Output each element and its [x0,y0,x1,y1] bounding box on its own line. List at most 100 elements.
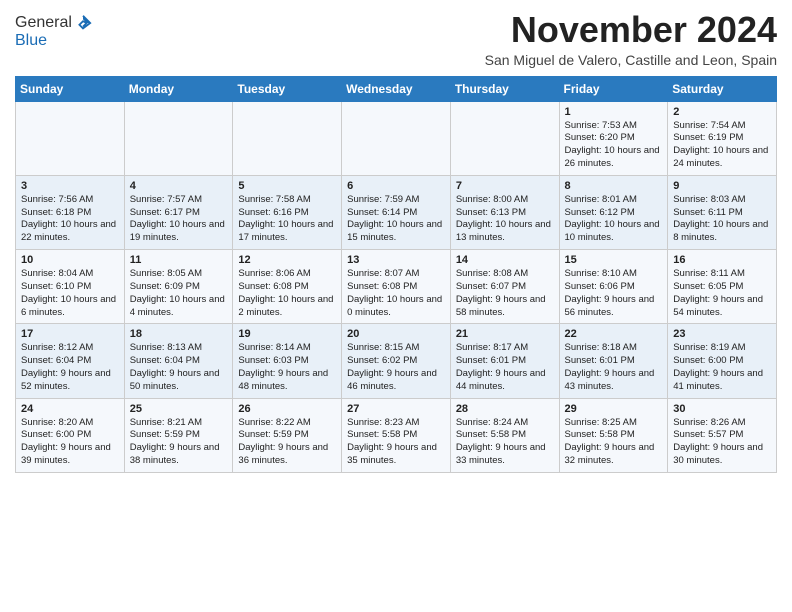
page-header: General Blue November 2024 San Miguel de… [15,10,777,68]
day-info: Sunrise: 8:20 AM Sunset: 6:00 PM Dayligh… [21,417,119,468]
day-info: Sunrise: 8:17 AM Sunset: 6:01 PM Dayligh… [456,342,554,393]
day-number: 16 [673,254,771,266]
day-cell-22: 22 Sunrise: 8:18 AM Sunset: 6:01 PM Dayli… [559,324,668,398]
col-header-monday: Monday [124,76,233,101]
day-info: Sunrise: 8:13 AM Sunset: 6:04 PM Dayligh… [130,342,228,393]
day-number: 18 [130,328,228,340]
day-number: 7 [456,180,554,192]
day-info: Sunrise: 8:18 AM Sunset: 6:01 PM Dayligh… [565,342,663,393]
day-info: Sunrise: 8:06 AM Sunset: 6:08 PM Dayligh… [238,268,336,319]
logo: General Blue [15,10,92,50]
day-info: Sunrise: 8:26 AM Sunset: 5:57 PM Dayligh… [673,417,771,468]
day-info: Sunrise: 8:11 AM Sunset: 6:05 PM Dayligh… [673,268,771,319]
day-number: 2 [673,106,771,118]
day-number: 26 [238,403,336,415]
day-cell-21: 21 Sunrise: 8:17 AM Sunset: 6:01 PM Dayli… [450,324,559,398]
day-number: 15 [565,254,663,266]
day-cell-3: 3 Sunrise: 7:56 AM Sunset: 6:18 PM Daylig… [16,175,125,249]
logo-blue-text: Blue [15,32,47,50]
day-number: 12 [238,254,336,266]
day-cell-29: 29 Sunrise: 8:25 AM Sunset: 5:58 PM Dayli… [559,398,668,472]
day-number: 6 [347,180,445,192]
empty-cell [16,101,125,175]
calendar-week-2: 3 Sunrise: 7:56 AM Sunset: 6:18 PM Daylig… [16,175,777,249]
empty-cell [124,101,233,175]
day-info: Sunrise: 8:15 AM Sunset: 6:02 PM Dayligh… [347,342,445,393]
col-header-sunday: Sunday [16,76,125,101]
day-info: Sunrise: 8:07 AM Sunset: 6:08 PM Dayligh… [347,268,445,319]
day-cell-10: 10 Sunrise: 8:04 AM Sunset: 6:10 PM Dayli… [16,250,125,324]
day-number: 29 [565,403,663,415]
day-info: Sunrise: 8:00 AM Sunset: 6:13 PM Dayligh… [456,194,554,245]
day-info: Sunrise: 8:05 AM Sunset: 6:09 PM Dayligh… [130,268,228,319]
day-cell-20: 20 Sunrise: 8:15 AM Sunset: 6:02 PM Dayli… [342,324,451,398]
day-number: 22 [565,328,663,340]
day-number: 25 [130,403,228,415]
day-info: Sunrise: 8:12 AM Sunset: 6:04 PM Dayligh… [21,342,119,393]
day-cell-17: 17 Sunrise: 8:12 AM Sunset: 6:04 PM Dayli… [16,324,125,398]
title-block: November 2024 San Miguel de Valero, Cast… [485,10,777,68]
day-cell-8: 8 Sunrise: 8:01 AM Sunset: 6:12 PM Daylig… [559,175,668,249]
day-number: 3 [21,180,119,192]
day-info: Sunrise: 8:21 AM Sunset: 5:59 PM Dayligh… [130,417,228,468]
day-number: 24 [21,403,119,415]
day-number: 9 [673,180,771,192]
day-info: Sunrise: 8:10 AM Sunset: 6:06 PM Dayligh… [565,268,663,319]
day-info: Sunrise: 8:03 AM Sunset: 6:11 PM Dayligh… [673,194,771,245]
calendar-week-3: 10 Sunrise: 8:04 AM Sunset: 6:10 PM Dayli… [16,250,777,324]
day-cell-24: 24 Sunrise: 8:20 AM Sunset: 6:00 PM Dayli… [16,398,125,472]
day-number: 27 [347,403,445,415]
day-number: 20 [347,328,445,340]
logo-icon [74,14,92,32]
day-cell-9: 9 Sunrise: 8:03 AM Sunset: 6:11 PM Daylig… [668,175,777,249]
day-cell-5: 5Sunrise: 7:58 AM Sunset: 6:16 PM Daylig… [233,175,342,249]
calendar-header-row: SundayMondayTuesdayWednesdayThursdayFrid… [16,76,777,101]
month-title: November 2024 [485,10,777,50]
day-info: Sunrise: 8:25 AM Sunset: 5:58 PM Dayligh… [565,417,663,468]
day-info: Sunrise: 8:24 AM Sunset: 5:58 PM Dayligh… [456,417,554,468]
day-cell-16: 16 Sunrise: 8:11 AM Sunset: 6:05 PM Dayli… [668,250,777,324]
day-cell-25: 25 Sunrise: 8:21 AM Sunset: 5:59 PM Dayli… [124,398,233,472]
day-cell-7: 7 Sunrise: 8:00 AM Sunset: 6:13 PM Daylig… [450,175,559,249]
day-cell-30: 30Sunrise: 8:26 AM Sunset: 5:57 PM Dayli… [668,398,777,472]
day-number: 11 [130,254,228,266]
col-header-friday: Friday [559,76,668,101]
day-number: 17 [21,328,119,340]
day-info: Sunrise: 8:23 AM Sunset: 5:58 PM Dayligh… [347,417,445,468]
day-cell-6: 6Sunrise: 7:59 AM Sunset: 6:14 PM Daylig… [342,175,451,249]
day-info: Sunrise: 8:22 AM Sunset: 5:59 PM Dayligh… [238,417,336,468]
logo-general-text: General [15,14,72,32]
day-info: Sunrise: 8:19 AM Sunset: 6:00 PM Dayligh… [673,342,771,393]
day-info: Sunrise: 7:56 AM Sunset: 6:18 PM Dayligh… [21,194,119,245]
col-header-thursday: Thursday [450,76,559,101]
day-info: Sunrise: 8:01 AM Sunset: 6:12 PM Dayligh… [565,194,663,245]
day-cell-15: 15 Sunrise: 8:10 AM Sunset: 6:06 PM Dayli… [559,250,668,324]
col-header-saturday: Saturday [668,76,777,101]
day-number: 21 [456,328,554,340]
day-info: Sunrise: 7:57 AM Sunset: 6:17 PM Dayligh… [130,194,228,245]
day-number: 14 [456,254,554,266]
day-cell-28: 28 Sunrise: 8:24 AM Sunset: 5:58 PM Dayli… [450,398,559,472]
day-info: Sunrise: 8:04 AM Sunset: 6:10 PM Dayligh… [21,268,119,319]
day-number: 28 [456,403,554,415]
col-header-wednesday: Wednesday [342,76,451,101]
day-number: 10 [21,254,119,266]
day-info: Sunrise: 7:58 AM Sunset: 6:16 PM Dayligh… [238,194,336,245]
day-cell-4: 4 Sunrise: 7:57 AM Sunset: 6:17 PM Daylig… [124,175,233,249]
calendar-week-4: 17 Sunrise: 8:12 AM Sunset: 6:04 PM Dayli… [16,324,777,398]
day-cell-2: 2 Sunrise: 7:54 AM Sunset: 6:19 PM Daylig… [668,101,777,175]
day-info: Sunrise: 7:53 AM Sunset: 6:20 PM Dayligh… [565,120,663,171]
day-cell-11: 11 Sunrise: 8:05 AM Sunset: 6:09 PM Dayli… [124,250,233,324]
empty-cell [233,101,342,175]
calendar-week-5: 24 Sunrise: 8:20 AM Sunset: 6:00 PM Dayli… [16,398,777,472]
empty-cell [450,101,559,175]
day-info: Sunrise: 7:54 AM Sunset: 6:19 PM Dayligh… [673,120,771,171]
day-number: 13 [347,254,445,266]
day-cell-26: 26 Sunrise: 8:22 AM Sunset: 5:59 PM Dayli… [233,398,342,472]
day-number: 8 [565,180,663,192]
calendar-table: SundayMondayTuesdayWednesdayThursdayFrid… [15,76,777,473]
day-cell-13: 13 Sunrise: 8:07 AM Sunset: 6:08 PM Dayli… [342,250,451,324]
empty-cell [342,101,451,175]
day-number: 4 [130,180,228,192]
location-title: San Miguel de Valero, Castille and Leon,… [485,52,777,68]
